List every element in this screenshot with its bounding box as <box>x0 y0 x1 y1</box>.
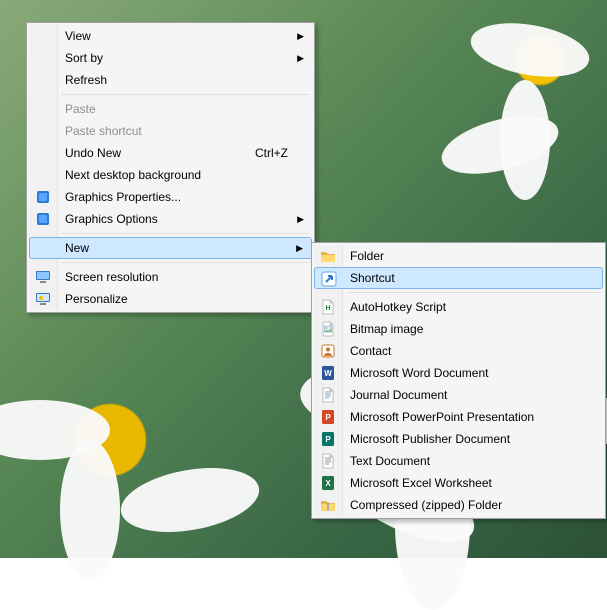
menu-item-label: Microsoft Word Document <box>350 366 489 380</box>
folder-icon <box>319 247 337 265</box>
monitor-icon <box>34 268 52 286</box>
menu-item-zip[interactable]: Compressed (zipped) Folder <box>314 494 603 516</box>
menu-item-docx[interactable]: Microsoft Word Document <box>314 362 603 384</box>
menu-item-gfx-opts[interactable]: Graphics Options ▶ <box>29 208 312 230</box>
menu-item-label: View <box>65 29 91 43</box>
menu-item-label: Microsoft Publisher Document <box>350 432 510 446</box>
menu-item-label: Refresh <box>65 73 107 87</box>
chip-icon <box>34 210 52 228</box>
wallpaper-petal <box>60 440 120 580</box>
menu-item-accelerator: Ctrl+Z <box>255 142 288 164</box>
menu-item-paste: Paste <box>29 98 312 120</box>
menu-item-label: Paste <box>65 102 96 116</box>
submenu-arrow-icon: ▶ <box>297 25 304 47</box>
menu-separator <box>61 262 310 263</box>
menu-item-label: Microsoft PowerPoint Presentation <box>350 410 534 424</box>
menu-item-label: Bitmap image <box>350 322 423 336</box>
menu-item-label: Graphics Options <box>65 212 158 226</box>
menu-item-view[interactable]: View ▶ <box>29 25 312 47</box>
menu-item-label: Paste shortcut <box>65 124 142 138</box>
word-icon <box>319 364 337 382</box>
menu-item-gfx-props[interactable]: Graphics Properties... <box>29 186 312 208</box>
menu-item-folder[interactable]: Folder <box>314 245 603 267</box>
zip-icon <box>319 496 337 514</box>
menu-item-paste-shortcut: Paste shortcut <box>29 120 312 142</box>
bmp-icon <box>319 320 337 338</box>
menu-item-next-bg[interactable]: Next desktop background <box>29 164 312 186</box>
desktop-context-menu: View ▶ Sort by ▶ Refresh Paste Paste shortcut U… <box>26 22 315 313</box>
ahk-icon <box>319 298 337 316</box>
menu-item-label: Graphics Properties... <box>65 190 181 204</box>
menu-item-label: Personalize <box>65 292 128 306</box>
shortcut-icon <box>320 270 338 288</box>
menu-item-bmp[interactable]: Bitmap image <box>314 318 603 340</box>
menu-separator <box>61 233 310 234</box>
new-submenu: Folder Shortcut AutoHotkey Script Bitmap im… <box>311 242 606 519</box>
menu-item-label: Journal Document <box>350 388 447 402</box>
excel-icon <box>319 474 337 492</box>
chip-icon <box>34 188 52 206</box>
menu-item-label: Screen resolution <box>65 270 158 284</box>
ppt-icon <box>319 408 337 426</box>
contact-icon <box>319 342 337 360</box>
menu-item-label: Microsoft Excel Worksheet <box>350 476 492 490</box>
submenu-arrow-icon: ▶ <box>297 47 304 69</box>
menu-item-personalize[interactable]: Personalize <box>29 288 312 310</box>
menu-item-label: Undo New <box>65 146 121 160</box>
submenu-arrow-icon: ▶ <box>297 208 304 230</box>
menu-item-contact[interactable]: Contact <box>314 340 603 362</box>
menu-item-new[interactable]: New ▶ <box>29 237 312 259</box>
menu-item-label: New <box>65 241 89 255</box>
menu-item-label: Text Document <box>350 454 430 468</box>
pub-icon <box>319 430 337 448</box>
menu-separator <box>346 292 601 293</box>
menu-item-label: Sort by <box>65 51 103 65</box>
txt-icon <box>319 452 337 470</box>
menu-item-shortcut[interactable]: Shortcut <box>314 267 603 289</box>
menu-item-ahk[interactable]: AutoHotkey Script <box>314 296 603 318</box>
journal-icon <box>319 386 337 404</box>
menu-item-label: Compressed (zipped) Folder <box>350 498 502 512</box>
submenu-arrow-icon: ▶ <box>296 238 303 258</box>
menu-item-label: Next desktop background <box>65 168 201 182</box>
menu-item-txt[interactable]: Text Document <box>314 450 603 472</box>
menu-item-jnt[interactable]: Journal Document <box>314 384 603 406</box>
menu-item-xlsx[interactable]: Microsoft Excel Worksheet <box>314 472 603 494</box>
menu-item-undo[interactable]: Undo New Ctrl+Z <box>29 142 312 164</box>
menu-item-refresh[interactable]: Refresh <box>29 69 312 91</box>
menu-item-pptx[interactable]: Microsoft PowerPoint Presentation <box>314 406 603 428</box>
personalize-icon <box>34 290 52 308</box>
menu-item-label: AutoHotkey Script <box>350 300 446 314</box>
menu-item-pub[interactable]: Microsoft Publisher Document <box>314 428 603 450</box>
menu-item-screen-res[interactable]: Screen resolution <box>29 266 312 288</box>
menu-item-label: Folder <box>350 249 384 263</box>
menu-item-sortby[interactable]: Sort by ▶ <box>29 47 312 69</box>
menu-item-label: Contact <box>350 344 391 358</box>
menu-separator <box>61 94 310 95</box>
menu-item-label: Shortcut <box>350 271 395 285</box>
